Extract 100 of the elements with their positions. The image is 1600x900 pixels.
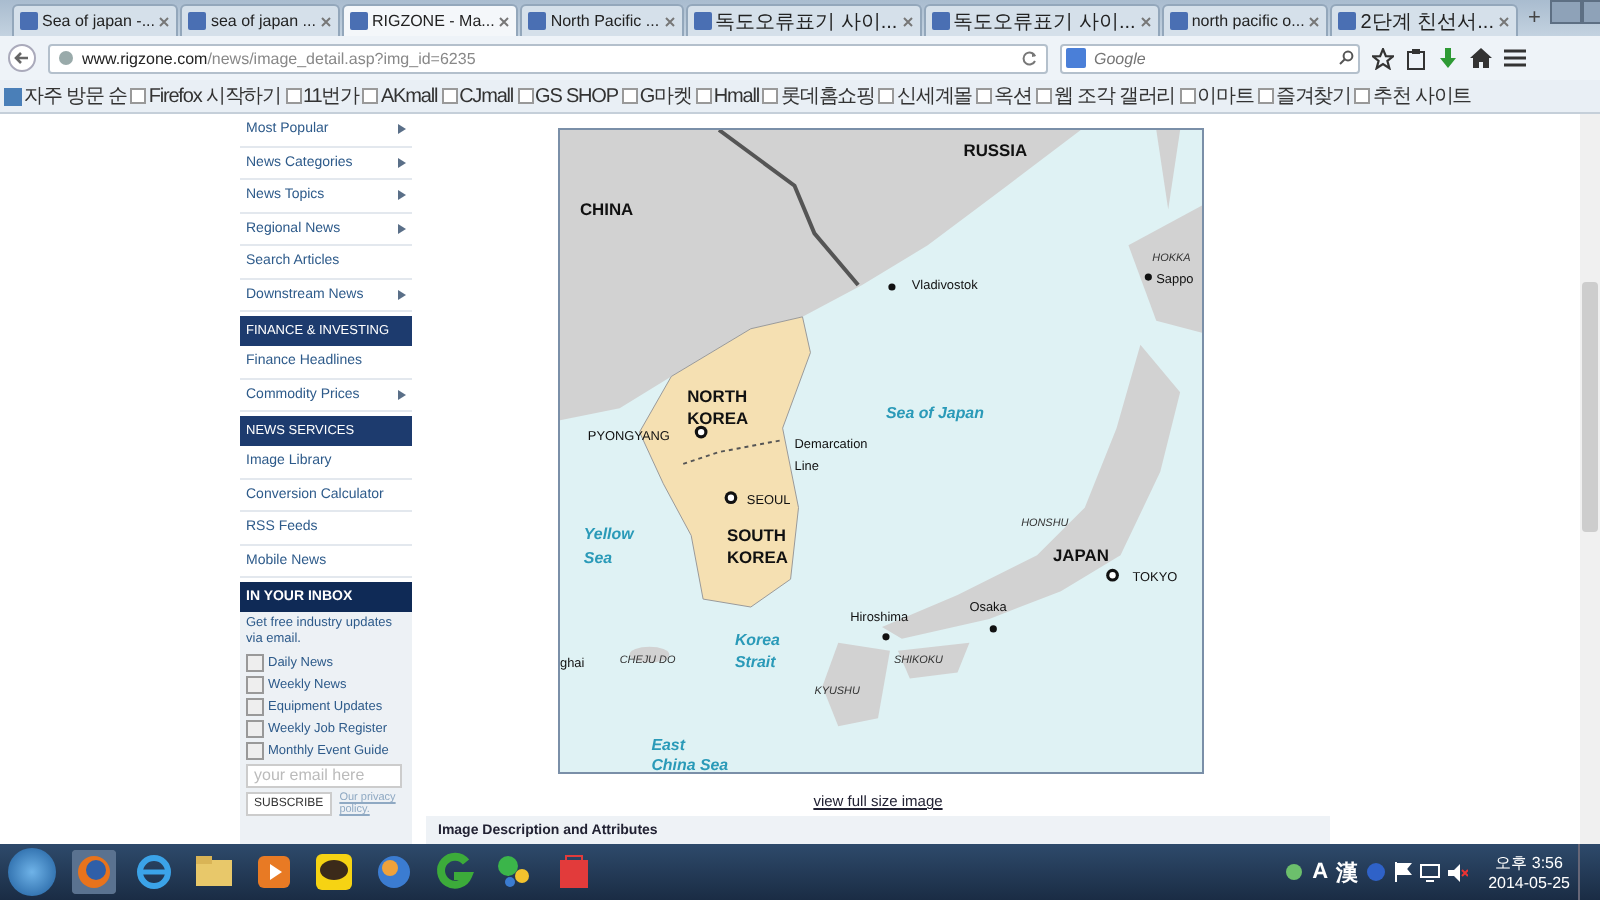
bookmark-link[interactable]: CJmall [441, 85, 514, 107]
page-icon [1179, 88, 1196, 104]
favicon-icon [1169, 12, 1188, 30]
clipboard-icon[interactable] [1406, 47, 1426, 69]
close-icon[interactable] [1308, 15, 1321, 27]
bookmark-link[interactable]: GS SHOP [517, 85, 618, 107]
clock[interactable]: 오후 3:56 2014-05-25 [1488, 852, 1570, 892]
media-player-icon[interactable] [252, 850, 296, 894]
browser-icon[interactable] [72, 850, 116, 894]
browser-tab[interactable]: North Pacific ... [520, 4, 684, 36]
bookmark-link[interactable]: 이마트 [1179, 82, 1254, 110]
page-icon [976, 88, 993, 104]
map-label: SOUTH KOREA [726, 525, 788, 568]
bookmark-link[interactable]: 자주 방문 순 [4, 82, 127, 110]
favicon-icon [20, 12, 38, 30]
bookmark-link[interactable]: 11번가 [285, 82, 359, 110]
city-dot-icon [989, 625, 997, 633]
bookmark-link[interactable]: 신세계몰 [878, 82, 973, 110]
flag-icon[interactable] [1394, 862, 1413, 882]
close-icon[interactable] [1139, 15, 1152, 27]
city-dot-icon [888, 283, 896, 291]
page-icon [1257, 88, 1274, 104]
bookmark-link[interactable]: AKmall [362, 85, 438, 107]
map-label: Sea of Japan [885, 404, 984, 423]
browser-tab[interactable]: 독도오류표기 사이... [685, 4, 922, 36]
bookmark-link[interactable]: 옥션 [976, 82, 1032, 110]
bookmark-link[interactable]: Firefox 시작하기 [130, 82, 281, 110]
bookmark-link[interactable]: Hmall [695, 85, 759, 107]
map-label: RUSSIA [963, 139, 1028, 160]
capital-star-icon [1106, 568, 1119, 582]
address-bar[interactable]: www.rigzone.com/news/image_detail.asp?img_id=6235 [48, 43, 1048, 73]
page-icon [695, 88, 712, 104]
favicon-icon [349, 12, 368, 30]
start-button[interactable] [8, 848, 56, 896]
favicon-icon [693, 12, 712, 30]
search-field[interactable]: Google [1060, 43, 1360, 73]
monitor-icon[interactable] [1420, 863, 1441, 881]
map-label: JAPAN [1052, 545, 1109, 566]
bookmark-link[interactable]: 롯데홈쇼핑 [762, 82, 875, 110]
menu-icon[interactable] [1504, 48, 1526, 68]
chat-icon[interactable] [312, 850, 356, 894]
page-icon [130, 88, 147, 104]
close-icon[interactable] [1497, 15, 1510, 27]
e-browser-icon[interactable] [132, 850, 176, 894]
checkbox[interactable] [246, 697, 264, 716]
page-icon [1035, 88, 1052, 104]
close-icon[interactable] [663, 15, 676, 27]
scrollbar[interactable] [1580, 114, 1600, 844]
bookmark-folder-icon [4, 87, 22, 105]
map-label: Korea Strait [734, 630, 780, 671]
favicon-icon [188, 12, 207, 30]
bookmark-link[interactable]: G마켓 [621, 82, 692, 110]
close-icon[interactable] [158, 15, 171, 27]
page-icon [1354, 88, 1371, 104]
city-dot-icon [1144, 273, 1152, 281]
home-icon[interactable] [1470, 48, 1492, 68]
email-field[interactable]: your email here [246, 763, 402, 788]
speaker-icon[interactable] [1448, 863, 1469, 881]
page-icon [285, 88, 301, 104]
minimize-button[interactable] [1550, 0, 1583, 24]
reload-icon[interactable] [1022, 50, 1038, 66]
map-label: CHINA [579, 199, 634, 220]
star-icon[interactable] [1372, 47, 1394, 69]
favicon-icon [1338, 12, 1357, 30]
download-icon[interactable] [1438, 47, 1458, 69]
city-dot-icon [882, 633, 890, 641]
search-engine-icon [1066, 48, 1086, 68]
checkbox[interactable] [246, 719, 264, 738]
page-icon [362, 88, 379, 104]
page-icon [878, 88, 895, 104]
map-label: East China Sea [651, 736, 729, 774]
browser-tab[interactable]: Sea of japan -... [12, 4, 179, 36]
input-method-indicator[interactable]: A [1312, 860, 1329, 884]
map-label: Yellow Sea [583, 525, 634, 568]
bookmark-link[interactable]: 즐겨찾기 [1257, 82, 1351, 110]
new-tab-button[interactable]: + [1519, 6, 1549, 30]
search-icon[interactable] [1338, 50, 1354, 66]
checkbox[interactable] [246, 675, 264, 694]
close-icon[interactable] [319, 15, 332, 27]
browser-tab[interactable]: RIGZONE - Ma... [341, 4, 519, 36]
page-icon [441, 88, 458, 104]
checkbox[interactable] [246, 653, 264, 672]
bookmark-link[interactable]: 웹 조각 갤러리 [1035, 82, 1176, 110]
page-icon [621, 88, 638, 104]
browser-tab[interactable]: sea of japan ... [180, 4, 340, 36]
g-icon[interactable] [432, 850, 476, 894]
checkbox[interactable] [246, 741, 264, 760]
bookmark-link[interactable]: 추천 사이트 [1354, 82, 1472, 110]
input-method-indicator[interactable]: 漢 [1336, 857, 1359, 887]
capital-star-icon [694, 425, 708, 439]
favicon-icon [528, 12, 547, 30]
browser-tab[interactable]: 2단계 친선서... [1330, 4, 1518, 36]
back-icon[interactable] [8, 44, 36, 72]
browser-tab[interactable]: north pacific o... [1161, 4, 1329, 36]
capital-star-icon [724, 491, 738, 505]
close-icon[interactable] [498, 15, 511, 27]
page-icon [517, 88, 534, 104]
browser-tab[interactable]: 독도오류표기 사이... [923, 4, 1160, 36]
favicon-icon [931, 12, 950, 30]
close-icon[interactable] [901, 15, 914, 27]
